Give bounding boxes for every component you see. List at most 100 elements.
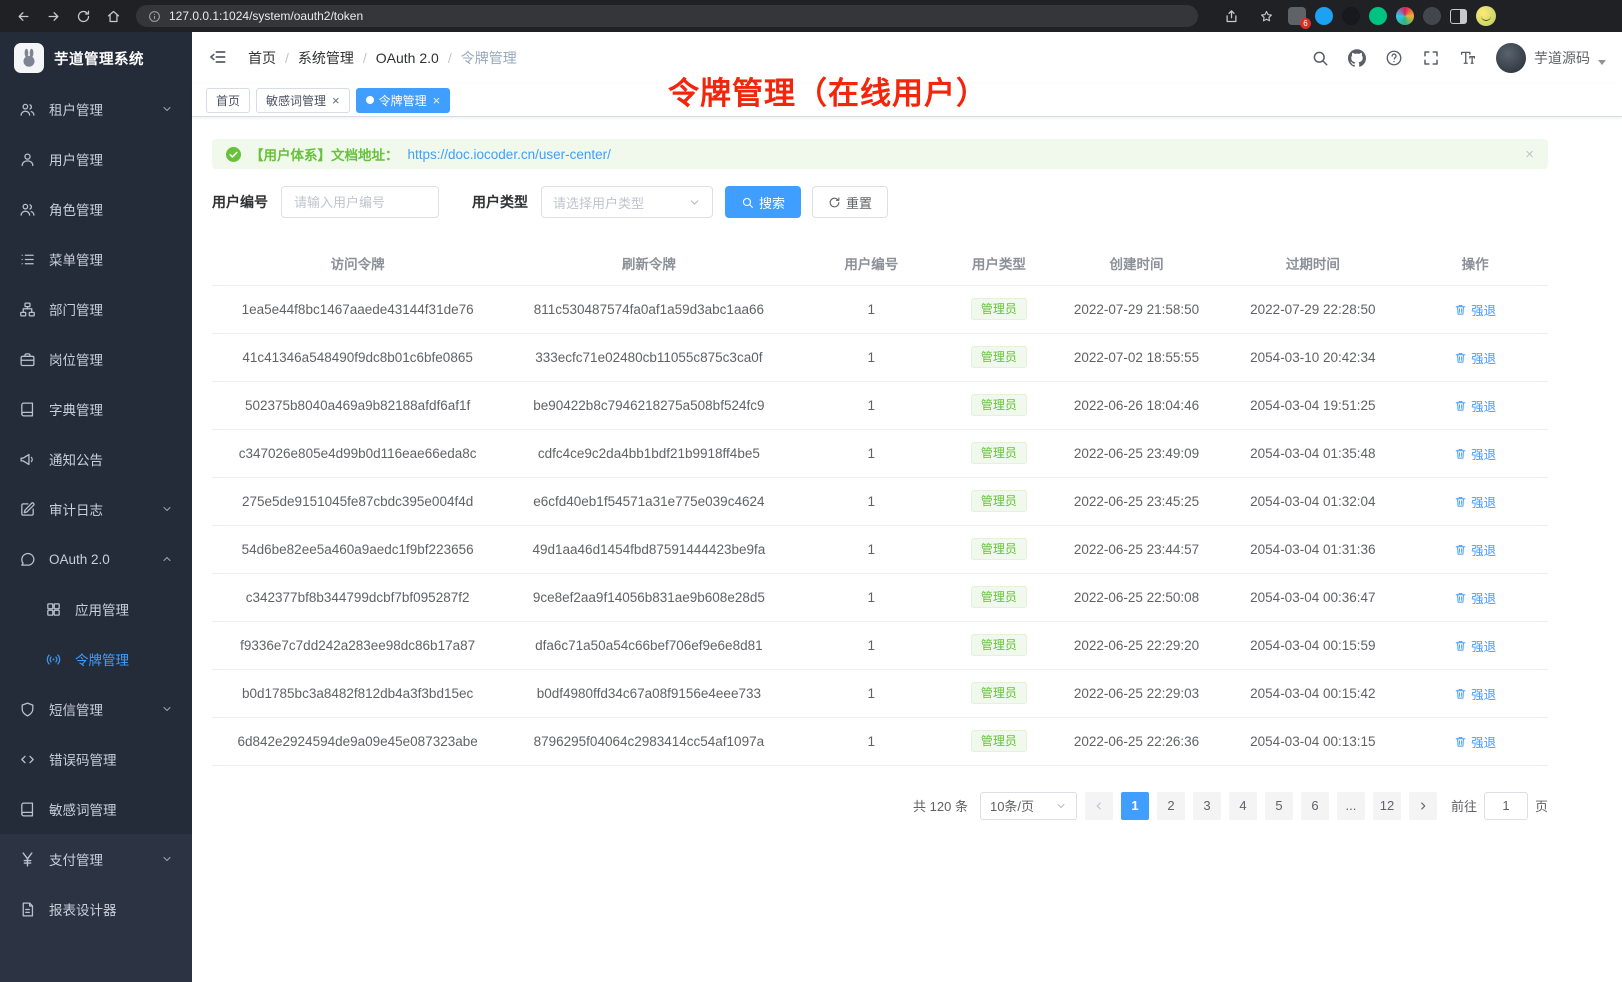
reset-button[interactable]: 重置	[812, 186, 888, 218]
share-icon[interactable]	[1218, 3, 1244, 29]
sidebar-item-oauth2-app[interactable]: 应用管理	[0, 584, 192, 634]
bookmark-star-icon[interactable]	[1253, 3, 1279, 29]
page-number-button[interactable]: 3	[1193, 792, 1221, 820]
browser-home-button[interactable]	[100, 3, 126, 29]
force-logout-button[interactable]: 强退	[1454, 300, 1496, 319]
sidebar-item-report-designer[interactable]: 报表设计器	[0, 884, 192, 934]
search-button[interactable]: 搜索	[725, 186, 801, 218]
tab-sensitive-word[interactable]: 敏感词管理 ×	[256, 88, 350, 113]
extension-icon[interactable]	[1315, 7, 1333, 25]
action-cell: 强退	[1402, 429, 1548, 477]
sidebar-item-sensitive-word[interactable]: 敏感词管理	[0, 784, 192, 834]
close-icon[interactable]: ×	[332, 94, 340, 107]
sidebar-item-pay[interactable]: 支付管理	[0, 834, 192, 884]
goto-page-input[interactable]	[1484, 792, 1528, 820]
breadcrumb-system[interactable]: 系统管理	[298, 48, 354, 68]
sidebar-item-dict[interactable]: 字典管理	[0, 384, 192, 434]
extension-icon[interactable]: 6	[1288, 7, 1306, 25]
browser-forward-button[interactable]	[40, 3, 66, 29]
tab-home[interactable]: 首页	[206, 88, 250, 113]
sidebar-item-notice[interactable]: 通知公告	[0, 434, 192, 484]
user-type-select[interactable]: 请选择用户类型	[541, 186, 713, 218]
force-logout-button[interactable]: 强退	[1454, 540, 1496, 559]
breadcrumb-oauth2[interactable]: OAuth 2.0	[376, 50, 439, 66]
page-number-button[interactable]: 1	[1121, 792, 1149, 820]
yen-icon	[19, 851, 36, 868]
sidebar-item-menu[interactable]: 菜单管理	[0, 234, 192, 284]
col-user-type: 用户类型	[948, 241, 1050, 285]
expire-time-cell: 2054-03-04 19:51:25	[1223, 381, 1402, 429]
force-logout-button[interactable]: 强退	[1454, 636, 1496, 655]
user-type-badge: 管理员	[971, 490, 1027, 512]
expire-time-cell: 2022-07-29 22:28:50	[1223, 285, 1402, 333]
browser-profile-avatar[interactable]	[1476, 6, 1496, 26]
sidebar-item-dept[interactable]: 部门管理	[0, 284, 192, 334]
user-type-badge: 管理员	[971, 586, 1027, 608]
user-id-input[interactable]	[281, 186, 439, 218]
page-size-select[interactable]: 10条/页	[980, 792, 1077, 820]
extension-icon[interactable]	[1396, 7, 1414, 25]
app-logo[interactable]: 芋道管理系统	[0, 32, 192, 84]
table-row: c347026e805e4d99b0d116eae66eda8c cdfc4ce…	[212, 429, 1548, 477]
close-icon[interactable]: ×	[1525, 146, 1534, 163]
breadcrumb: 首页 / 系统管理 / OAuth 2.0 / 令牌管理	[248, 48, 517, 68]
more-pages-button[interactable]: ...	[1337, 792, 1365, 820]
sidebar-item-sms[interactable]: 短信管理	[0, 684, 192, 734]
browser-back-button[interactable]	[10, 3, 36, 29]
help-icon[interactable]	[1385, 49, 1403, 67]
action-cell: 强退	[1402, 285, 1548, 333]
next-page-button[interactable]	[1409, 792, 1437, 820]
create-time-cell: 2022-07-29 21:58:50	[1050, 285, 1224, 333]
page-number-button[interactable]: 4	[1229, 792, 1257, 820]
book-icon	[19, 401, 36, 418]
force-logout-button[interactable]: 强退	[1454, 396, 1496, 415]
address-bar[interactable]: 127.0.0.1:1024/system/oauth2/token	[136, 5, 1198, 27]
sidebar-item-oauth2[interactable]: OAuth 2.0	[0, 534, 192, 584]
sidebar-item-tenant[interactable]: 租户管理	[0, 84, 192, 134]
tab-token[interactable]: 令牌管理 ×	[356, 88, 451, 113]
page-number-button[interactable]: 6	[1301, 792, 1329, 820]
site-info-icon[interactable]	[148, 10, 161, 23]
fullscreen-icon[interactable]	[1422, 49, 1440, 67]
force-logout-button[interactable]: 强退	[1454, 492, 1496, 511]
sidebar-item-user[interactable]: 用户管理	[0, 134, 192, 184]
search-icon[interactable]	[1311, 49, 1329, 67]
page-number-button[interactable]: 5	[1265, 792, 1293, 820]
browser-reload-button[interactable]	[70, 3, 96, 29]
sidebar-item-post[interactable]: 岗位管理	[0, 334, 192, 384]
extension-icon[interactable]	[1369, 7, 1387, 25]
extension-icon[interactable]	[1423, 7, 1441, 25]
force-logout-button[interactable]: 强退	[1454, 348, 1496, 367]
sidebar-item-label: 租户管理	[49, 99, 103, 119]
prev-page-button[interactable]	[1085, 792, 1113, 820]
sidebar-collapse-icon[interactable]	[208, 47, 230, 69]
github-icon[interactable]	[1348, 49, 1366, 67]
chevron-down-icon	[161, 103, 173, 115]
force-logout-button[interactable]: 强退	[1454, 444, 1496, 463]
force-logout-button[interactable]: 强退	[1454, 684, 1496, 703]
sidebar-item-oauth2-token[interactable]: 令牌管理	[0, 634, 192, 684]
force-logout-button[interactable]: 强退	[1454, 732, 1496, 751]
user-type-cell: 管理员	[948, 477, 1050, 525]
sidebar-item-audit-log[interactable]: 审计日志	[0, 484, 192, 534]
url-text[interactable]: 127.0.0.1:1024/system/oauth2/token	[169, 9, 363, 23]
sidebar-item-label: 错误码管理	[49, 749, 117, 769]
force-logout-button[interactable]: 强退	[1454, 588, 1496, 607]
sidebar-item-label: 用户管理	[49, 149, 103, 169]
page-number-button[interactable]: 12	[1373, 792, 1401, 820]
sidebar-item-role[interactable]: 角色管理	[0, 184, 192, 234]
user-type-badge: 管理员	[971, 394, 1027, 416]
user-profile-menu[interactable]: 芋道源码	[1496, 43, 1606, 73]
sidebar-toggle-icon[interactable]	[1450, 9, 1467, 24]
close-icon[interactable]: ×	[433, 94, 441, 107]
page-number-button[interactable]: 2	[1157, 792, 1185, 820]
extension-icon[interactable]	[1342, 7, 1360, 25]
breadcrumb-home[interactable]: 首页	[248, 48, 276, 68]
action-cell: 强退	[1402, 621, 1548, 669]
user-id-cell: 1	[795, 573, 949, 621]
sidebar-item-error-code[interactable]: 错误码管理	[0, 734, 192, 784]
alert-doc-link[interactable]: https://doc.iocoder.cn/user-center/	[408, 147, 611, 162]
access-token-cell: c342377bf8b344799dcbf7bf095287f2	[212, 573, 503, 621]
annotation-text: 令牌管理（在线用户）	[668, 68, 988, 113]
font-size-icon[interactable]	[1459, 49, 1477, 67]
